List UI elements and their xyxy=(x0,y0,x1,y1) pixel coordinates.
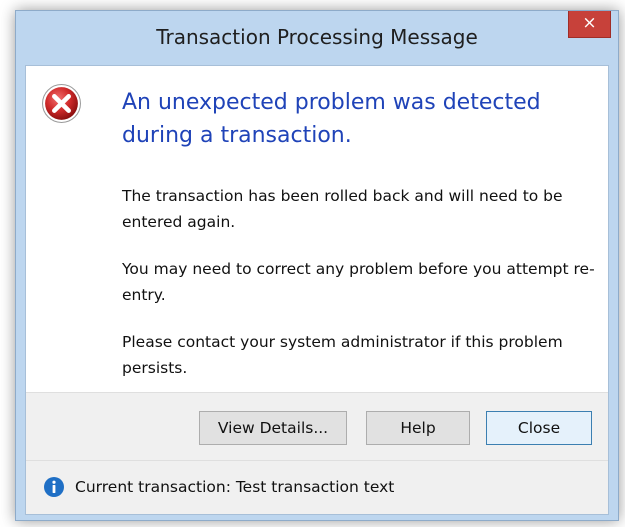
window-close-button[interactable]: × xyxy=(568,11,611,38)
footer-bar: Current transaction: Test transaction te… xyxy=(26,460,608,514)
current-transaction-text: Current transaction: Test transaction te… xyxy=(75,478,395,496)
info-icon xyxy=(44,477,64,497)
title-bar[interactable]: Transaction Processing Message × xyxy=(16,11,618,65)
dialog-client-area: An unexpected problem was detected durin… xyxy=(25,65,609,515)
button-bar: View Details... Help Close xyxy=(26,392,608,460)
main-instruction: An unexpected problem was detected durin… xyxy=(122,90,541,148)
close-icon: × xyxy=(582,13,597,33)
screen: Transaction Processing Message × An unex… xyxy=(0,0,625,527)
dialog-window: Transaction Processing Message × An unex… xyxy=(15,10,619,521)
message-content: An unexpected problem was detected durin… xyxy=(26,66,608,392)
error-icon xyxy=(42,84,81,123)
message-paragraph-correct-problem: You may need to correct any problem befo… xyxy=(122,260,595,304)
help-button[interactable]: Help xyxy=(366,411,470,445)
view-details-button[interactable]: View Details... xyxy=(199,411,347,445)
message-paragraph-rolled-back: The transaction has been rolled back and… xyxy=(122,187,563,231)
window-title: Transaction Processing Message xyxy=(156,25,478,49)
close-button[interactable]: Close xyxy=(486,411,592,445)
message-paragraph-contact-admin: Please contact your system administrator… xyxy=(122,333,563,377)
